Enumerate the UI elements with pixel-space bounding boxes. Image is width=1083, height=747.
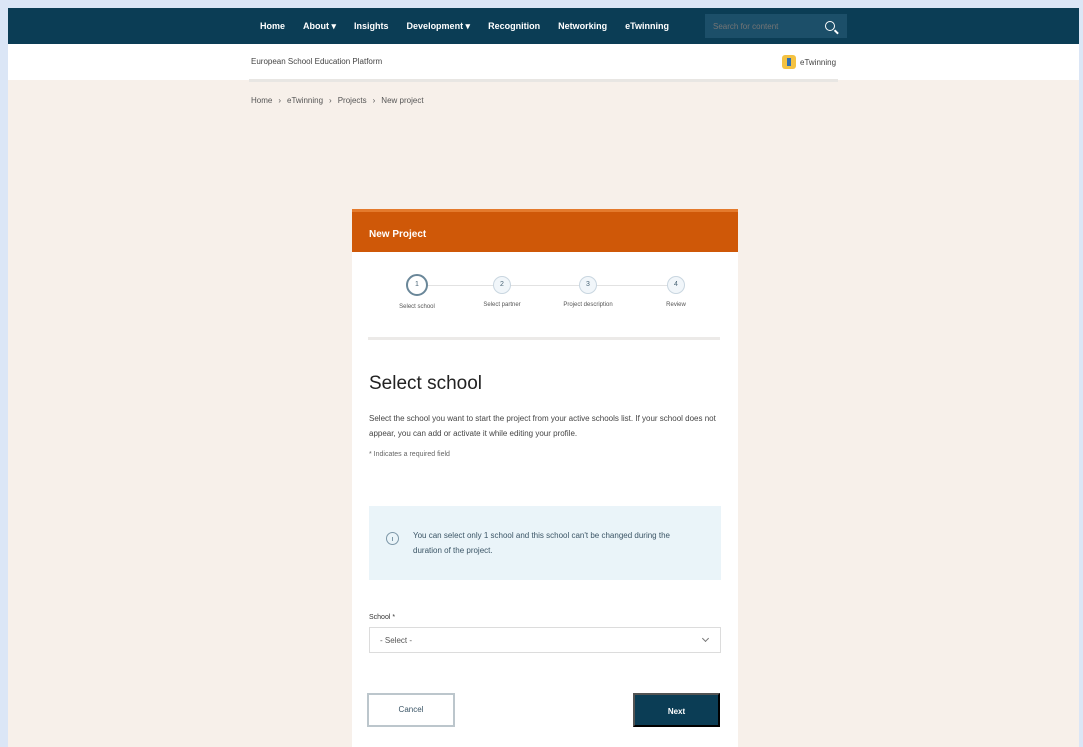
nav-item-insights[interactable]: Insights	[354, 21, 389, 31]
step-select-school: 1 Select school	[382, 274, 452, 310]
nav-item-development[interactable]: Development ▾	[407, 21, 471, 32]
breadcrumb-current: New project	[381, 96, 424, 105]
school-field-label: School *	[369, 614, 396, 621]
breadcrumb-etwinning[interactable]: eTwinning	[287, 96, 323, 105]
progress-stepper: 1 Select school 2 Select partner 3 Proje…	[352, 252, 738, 332]
info-text: You can select only 1 school and this sc…	[413, 531, 670, 555]
search-input[interactable]	[713, 21, 819, 31]
info-icon	[386, 532, 399, 545]
search-box	[705, 14, 847, 38]
step-label: Select partner	[483, 302, 521, 308]
next-button[interactable]: Next	[633, 693, 720, 727]
window-frame-right	[1079, 0, 1083, 747]
step-label: Project description	[563, 302, 613, 308]
breadcrumb-projects[interactable]: Projects	[338, 96, 367, 105]
info-box: You can select only 1 school and this sc…	[369, 506, 721, 580]
main-menu: Home About ▾ Insights Development ▾ Reco…	[260, 8, 669, 44]
step-review: 4 Review	[641, 276, 711, 308]
section-description: Select the school you want to start the …	[369, 414, 716, 438]
search-icon[interactable]	[825, 21, 835, 31]
window-frame-top	[0, 0, 1083, 8]
top-navigation-bar: Home About ▾ Insights Development ▾ Reco…	[8, 8, 1079, 44]
platform-name-link[interactable]: European School Education Platform	[251, 57, 382, 66]
required-note: * Indicates a required field	[369, 451, 450, 458]
step-number: 4	[667, 276, 685, 294]
section-heading: Select school	[369, 373, 483, 394]
etwinning-logo-icon	[782, 55, 796, 69]
nav-item-about[interactable]: About ▾	[303, 21, 336, 32]
nav-item-recognition[interactable]: Recognition	[488, 21, 540, 31]
window-frame-left	[0, 0, 8, 747]
stepper-divider	[368, 337, 720, 340]
step-select-partner: 2 Select partner	[467, 276, 537, 308]
step-number: 3	[579, 276, 597, 294]
breadcrumb-separator: ›	[278, 96, 282, 105]
step-number: 2	[493, 276, 511, 294]
nav-item-etwinning[interactable]: eTwinning	[625, 21, 669, 31]
step-label: Select school	[399, 304, 435, 310]
platform-header: European School Education Platform eTwin…	[8, 44, 1079, 80]
card-title: New Project	[352, 209, 738, 252]
form-intro: Select school Select the school you want…	[369, 373, 721, 458]
school-select[interactable]: - Select -	[369, 627, 721, 653]
school-select-value: - Select -	[380, 636, 413, 645]
breadcrumb-separator: ›	[329, 96, 332, 105]
nav-item-home[interactable]: Home	[260, 21, 285, 31]
new-project-card: New Project 1 Select school 2 Select par…	[352, 209, 738, 747]
step-project-description: 3 Project description	[553, 276, 623, 308]
cancel-button[interactable]: Cancel	[367, 693, 455, 727]
breadcrumb-home[interactable]: Home	[251, 96, 272, 105]
breadcrumb: Home › eTwinning › Projects › New projec…	[251, 96, 424, 105]
header-divider	[249, 79, 838, 82]
etwinning-logo-link[interactable]: eTwinning	[782, 55, 836, 69]
chevron-down-icon	[701, 634, 710, 643]
nav-item-networking[interactable]: Networking	[558, 21, 607, 31]
etwinning-logo-label: eTwinning	[800, 57, 837, 67]
step-number: 1	[406, 274, 428, 296]
step-label: Review	[666, 302, 686, 308]
breadcrumb-separator: ›	[372, 96, 376, 105]
